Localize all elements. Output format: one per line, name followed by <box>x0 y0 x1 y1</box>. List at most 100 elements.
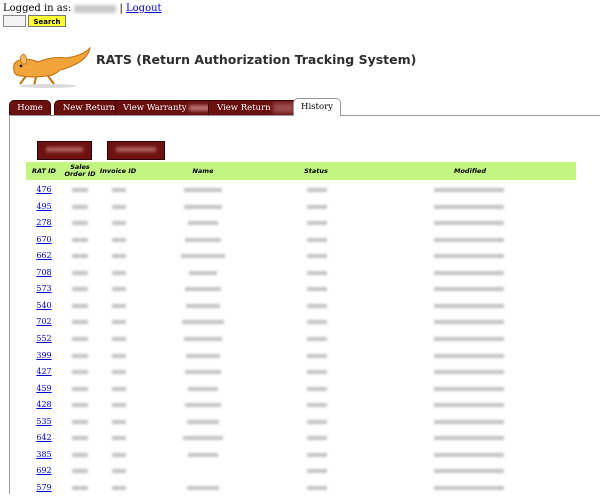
status-redacted <box>307 403 327 408</box>
tab-new-return[interactable]: New Return <box>54 100 124 116</box>
sales-order-id-redacted <box>72 303 88 308</box>
sales-order-id-redacted <box>72 469 88 474</box>
action-button-2[interactable] <box>107 141 165 160</box>
tab-view-return-label: View Return <box>217 103 271 113</box>
tab-new-return-label: New Return <box>62 103 116 113</box>
status-redacted <box>307 254 327 259</box>
rat-id-link[interactable]: 385 <box>26 450 62 459</box>
modified-redacted <box>434 188 504 192</box>
search-input[interactable] <box>3 15 26 27</box>
sales-order-id-redacted <box>72 188 88 192</box>
tab-home[interactable]: Home <box>9 100 51 116</box>
status-redacted <box>307 270 327 275</box>
status-redacted <box>307 386 327 391</box>
username-redacted <box>74 4 117 13</box>
invoice-id-redacted <box>112 254 126 259</box>
rat-id-link[interactable]: 708 <box>26 268 62 277</box>
sales-order-id-redacted <box>72 403 88 408</box>
rat-id-link[interactable]: 573 <box>26 284 62 293</box>
table-row: 476 <box>26 182 576 199</box>
rat-id-link[interactable]: 399 <box>26 351 62 360</box>
tab-view-return[interactable]: View Return <box>208 100 302 116</box>
rat-id-link[interactable]: 692 <box>26 466 62 475</box>
tab-view-warranty[interactable]: View Warranty <box>115 100 216 116</box>
col-name: Name <box>192 166 214 175</box>
rat-id-link[interactable]: 459 <box>26 384 62 393</box>
table-header: RAT ID Sales Order ID Invoice ID Name St… <box>26 162 576 180</box>
name-redacted <box>186 303 220 308</box>
name-redacted <box>185 403 221 408</box>
rat-id-link[interactable]: 535 <box>26 417 62 426</box>
status-redacted <box>307 436 327 441</box>
col-modified: Modified <box>454 166 486 175</box>
name-redacted <box>188 386 218 391</box>
col-status: Status <box>304 166 328 175</box>
table-row: 702 <box>26 314 576 331</box>
table-row: 552 <box>26 331 576 348</box>
sales-order-id-redacted <box>72 419 88 424</box>
status-redacted <box>307 336 327 341</box>
sales-order-id-redacted <box>72 436 88 441</box>
modified-redacted <box>434 386 504 391</box>
rat-id-link[interactable]: 702 <box>26 317 62 326</box>
rat-id-link[interactable]: 552 <box>26 334 62 343</box>
logout-link[interactable]: Logout <box>126 3 162 14</box>
action-button-1[interactable] <box>37 141 92 160</box>
invoice-id-redacted <box>112 320 126 325</box>
rat-id-link[interactable]: 579 <box>26 483 62 492</box>
rat-id-link[interactable]: 476 <box>26 185 62 194</box>
name-redacted <box>187 419 219 424</box>
rat-id-link[interactable]: 670 <box>26 235 62 244</box>
modified-redacted <box>434 254 504 259</box>
invoice-id-redacted <box>112 336 126 341</box>
rat-id-link[interactable]: 642 <box>26 433 62 442</box>
sales-order-id-redacted <box>72 370 88 375</box>
invoice-id-redacted <box>112 221 126 226</box>
table-row: 670 <box>26 232 576 249</box>
sales-order-id-redacted <box>72 204 88 209</box>
rat-id-link[interactable]: 662 <box>26 251 62 260</box>
invoice-id-redacted <box>112 237 126 242</box>
login-status: Logged in as: | Logout <box>3 3 162 14</box>
invoice-id-redacted <box>112 386 126 391</box>
invoice-id-redacted <box>112 436 126 441</box>
rat-id-link[interactable]: 427 <box>26 367 62 376</box>
col-invoice-id: Invoice ID <box>99 166 137 175</box>
modified-redacted <box>434 436 504 441</box>
sales-order-id-redacted <box>72 254 88 259</box>
name-redacted <box>186 353 220 358</box>
name-redacted <box>185 370 221 375</box>
invoice-id-redacted <box>112 204 126 209</box>
app-title: RATS (Return Authorization Tracking Syst… <box>96 52 417 67</box>
status-redacted <box>307 188 327 192</box>
action-button-1-label-redacted <box>45 147 84 152</box>
rat-id-link[interactable]: 428 <box>26 400 62 409</box>
status-redacted <box>307 204 327 209</box>
invoice-id-redacted <box>112 452 126 457</box>
table-row: 692 <box>26 463 576 480</box>
table-row: 385 <box>26 447 576 464</box>
status-redacted <box>307 353 327 358</box>
rat-id-link[interactable]: 278 <box>26 218 62 227</box>
tab-history[interactable]: History <box>293 98 341 116</box>
table-row: 495 <box>26 199 576 216</box>
action-button-2-label-redacted <box>116 147 156 152</box>
name-redacted <box>185 237 221 242</box>
modified-redacted <box>434 419 504 424</box>
sales-order-id-redacted <box>72 221 88 226</box>
separator: | <box>119 3 123 14</box>
invoice-id-redacted <box>112 287 126 292</box>
name-redacted <box>188 221 218 226</box>
sales-order-id-redacted <box>72 237 88 242</box>
table-row: 278 <box>26 215 576 232</box>
table-row: 399 <box>26 348 576 365</box>
sales-order-id-redacted <box>72 386 88 391</box>
table-row: 540 <box>26 298 576 315</box>
status-redacted <box>307 370 327 375</box>
rat-id-link[interactable]: 495 <box>26 202 62 211</box>
tab-history-label: History <box>301 102 333 112</box>
rat-id-link[interactable]: 540 <box>26 301 62 310</box>
modified-redacted <box>434 469 504 474</box>
search-button[interactable]: Search <box>28 15 66 27</box>
tab-view-warranty-label: View Warranty <box>123 103 187 113</box>
